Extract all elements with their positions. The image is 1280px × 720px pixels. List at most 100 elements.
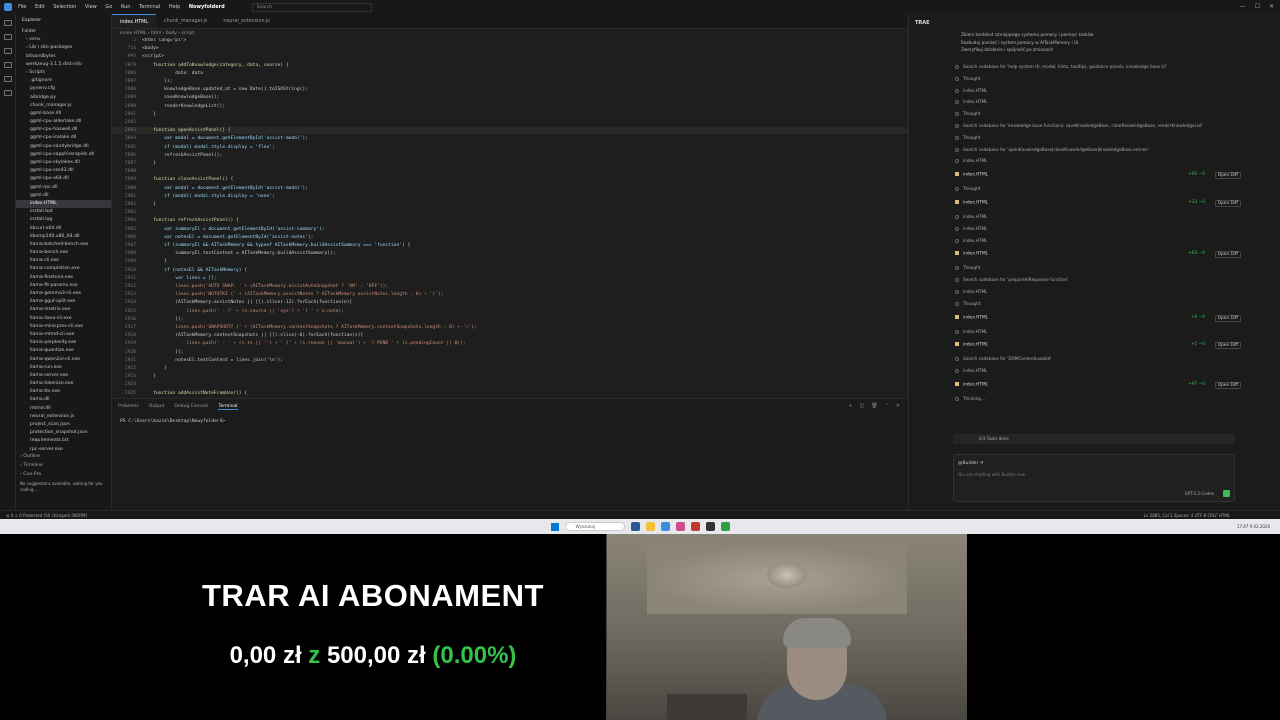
- file-item[interactable]: llama-cli.exe: [16, 257, 111, 265]
- agent-event-row[interactable]: Search codebase for 'help system UI, mod…: [955, 64, 1167, 69]
- code-line[interactable]: });: [142, 350, 183, 355]
- open-diff-button[interactable]: Open Diff: [1214, 200, 1241, 207]
- add-terminal-icon[interactable]: +: [848, 403, 852, 409]
- outline-section[interactable]: › Outline: [20, 454, 107, 459]
- code-line[interactable]: lines.push(' - [' + (n.source || 'sys') …: [142, 309, 344, 314]
- agent-event-row[interactable]: index.HTML: [955, 329, 987, 334]
- menu-run[interactable]: Run: [121, 4, 131, 10]
- file-item[interactable]: pyvenv.cfg: [16, 85, 111, 93]
- agent-event-row[interactable]: Thought: [955, 135, 980, 140]
- open-diff-button[interactable]: Open Diff: [1214, 342, 1241, 350]
- file-item[interactable]: llama-tts.exe: [16, 388, 111, 396]
- code-line[interactable]: if (summaryEl && AITaskMemory && typeof …: [142, 243, 410, 248]
- file-item[interactable]: ggml-cpu-x64.dll: [16, 175, 111, 183]
- code-line[interactable]: function openAssistPanel() {: [142, 128, 230, 133]
- file-item[interactable]: ggml.dll: [16, 192, 111, 200]
- code-line[interactable]: }: [142, 202, 156, 207]
- code-line[interactable]: <script>: [142, 54, 164, 59]
- maximize-panel-icon[interactable]: ⌃: [885, 403, 889, 409]
- file-item[interactable]: rpc-server.exe: [16, 446, 111, 454]
- file-item[interactable]: bitsandbytes: [16, 53, 111, 61]
- menu-go[interactable]: Go: [105, 4, 112, 10]
- menu-terminal[interactable]: Terminal: [139, 4, 160, 10]
- file-item[interactable]: llama-server.exe: [16, 372, 111, 380]
- timeline-section[interactable]: › Timeline: [20, 463, 107, 468]
- file-item[interactable]: › venv: [16, 36, 111, 44]
- files-icon[interactable]: [4, 20, 12, 26]
- file-item[interactable]: ggml-cpu-sandybridge.dll: [16, 143, 111, 151]
- folder-icon[interactable]: [645, 522, 655, 531]
- file-item[interactable]: protection_snapshot.json: [16, 429, 111, 437]
- agent-event-row[interactable]: Thought: [955, 186, 980, 192]
- code-line[interactable]: lines.push('NOTATKI (' + (AITaskMemory.a…: [142, 292, 443, 297]
- code-line[interactable]: var modal = document.getElementById('ass…: [142, 136, 308, 141]
- send-button[interactable]: [1223, 490, 1230, 497]
- file-item[interactable]: werkzeug-3.1.5.dist-info: [16, 61, 111, 69]
- code-line[interactable]: var summaryEl = document.getElementById(…: [142, 227, 324, 232]
- file-item[interactable]: llama-gguf-split.exe: [16, 298, 111, 306]
- file-item[interactable]: install.log: [16, 216, 111, 224]
- file-item[interactable]: libomp140.x86_64.dll: [16, 233, 111, 241]
- open-diff-button[interactable]: Open Diff: [1214, 251, 1241, 259]
- file-item[interactable]: requirements.txt: [16, 437, 111, 445]
- agent-event-row[interactable]: index.HTML: [955, 214, 987, 219]
- file-item[interactable]: llama-tokenize.exe: [16, 380, 111, 388]
- source-control-icon[interactable]: [4, 48, 12, 54]
- file-item[interactable]: .gitignore: [16, 77, 111, 85]
- project-name[interactable]: Nowyfolderd: [189, 4, 225, 10]
- file-item[interactable]: › Scripts: [16, 69, 111, 77]
- tab-debug-console[interactable]: Debug Console: [174, 404, 208, 410]
- command-search[interactable]: Search: [251, 2, 372, 12]
- menu-selection[interactable]: Selection: [53, 4, 76, 10]
- file-item[interactable]: ggml-cpu-skylakex.dll: [16, 159, 111, 167]
- edited-file-row[interactable]: index.HTML +1 −0 Open Diff: [955, 342, 1245, 350]
- code-editor[interactable]: 2 <html lang="pl"> 714 <body> 993 <script> 287…: [112, 38, 908, 398]
- file-item[interactable]: ggml-cpu-alderlake.dll: [16, 118, 111, 126]
- code-line[interactable]: var lines = [];: [142, 276, 217, 281]
- file-item[interactable]: ggml-cpu-icelake.dll: [16, 134, 111, 142]
- agent-event-row[interactable]: Thought: [955, 76, 980, 81]
- cue-pro-section[interactable]: › Cue-Pro: [20, 472, 107, 477]
- open-diff-button[interactable]: Open Diff: [1214, 382, 1241, 389]
- file-item[interactable]: ggml-cpu-sapphirerapids.dll: [16, 151, 111, 159]
- file-item[interactable]: llama.dll: [16, 396, 111, 404]
- code-line[interactable]: function closeAssistPanel() {: [142, 177, 233, 182]
- code-line[interactable]: if (modal) modal.style.display = 'flex';: [142, 145, 275, 150]
- menu-help[interactable]: Help: [169, 4, 180, 10]
- split-icon[interactable]: ◫: [860, 403, 865, 409]
- agent-event-row[interactable]: Thought: [955, 301, 980, 306]
- menu-view[interactable]: View: [85, 4, 97, 10]
- code-line[interactable]: }: [142, 366, 167, 371]
- tab-output[interactable]: Output: [149, 404, 165, 410]
- file-item[interactable]: llama-run.exe: [16, 364, 111, 372]
- file-item[interactable]: llama-bench.exe: [16, 249, 111, 257]
- agent-event-row[interactable]: index.HTML: [955, 158, 987, 164]
- file-item[interactable]: llama-perplexity.exe: [16, 339, 111, 347]
- code-line[interactable]: <html lang="pl">: [142, 38, 186, 43]
- model-selector[interactable]: GPT-5.2-Codex: [1185, 491, 1214, 496]
- agent-event-row[interactable]: index.HTML: [955, 368, 987, 374]
- file-item[interactable]: index.HTML: [16, 199, 111, 209]
- app-icon[interactable]: [690, 522, 700, 531]
- vscode-icon[interactable]: [660, 522, 670, 531]
- code-line[interactable]: }: [142, 112, 156, 117]
- minimize-icon[interactable]: —: [1240, 3, 1246, 10]
- menu-edit[interactable]: Edit: [35, 4, 45, 10]
- maximize-icon[interactable]: ☐: [1255, 3, 1260, 10]
- agent-event-row[interactable]: Thought: [955, 111, 980, 117]
- file-item[interactable]: llama-minicpmv-cli.exe: [16, 323, 111, 331]
- file-item[interactable]: install.bat: [16, 208, 111, 216]
- edited-file-row[interactable]: index.HTML +92 −0 Open Diff: [955, 172, 1245, 180]
- agent-event-row[interactable]: Thought: [955, 265, 980, 271]
- file-item[interactable]: llama-quantize.exe: [16, 347, 111, 355]
- file-item[interactable]: ggml-cpu-haswell.dll: [16, 126, 111, 134]
- edited-file-row[interactable]: index.HTML +97 −0 Open Diff: [955, 382, 1245, 389]
- code-line[interactable]: function refreshAssistPanel() {: [142, 218, 239, 223]
- code-line[interactable]: renderKnowledgeList();: [142, 104, 225, 109]
- code-line[interactable]: var modal = document.getElementById('ass…: [142, 186, 308, 191]
- agent-event-row[interactable]: index.HTML: [955, 99, 987, 105]
- tab-terminal[interactable]: Terminal: [218, 404, 238, 410]
- trae-taskbar-icon[interactable]: [720, 522, 730, 531]
- file-item[interactable]: llama-qwen2vl-cli.exe: [16, 356, 111, 364]
- file-item[interactable]: aibridge.py: [16, 94, 111, 102]
